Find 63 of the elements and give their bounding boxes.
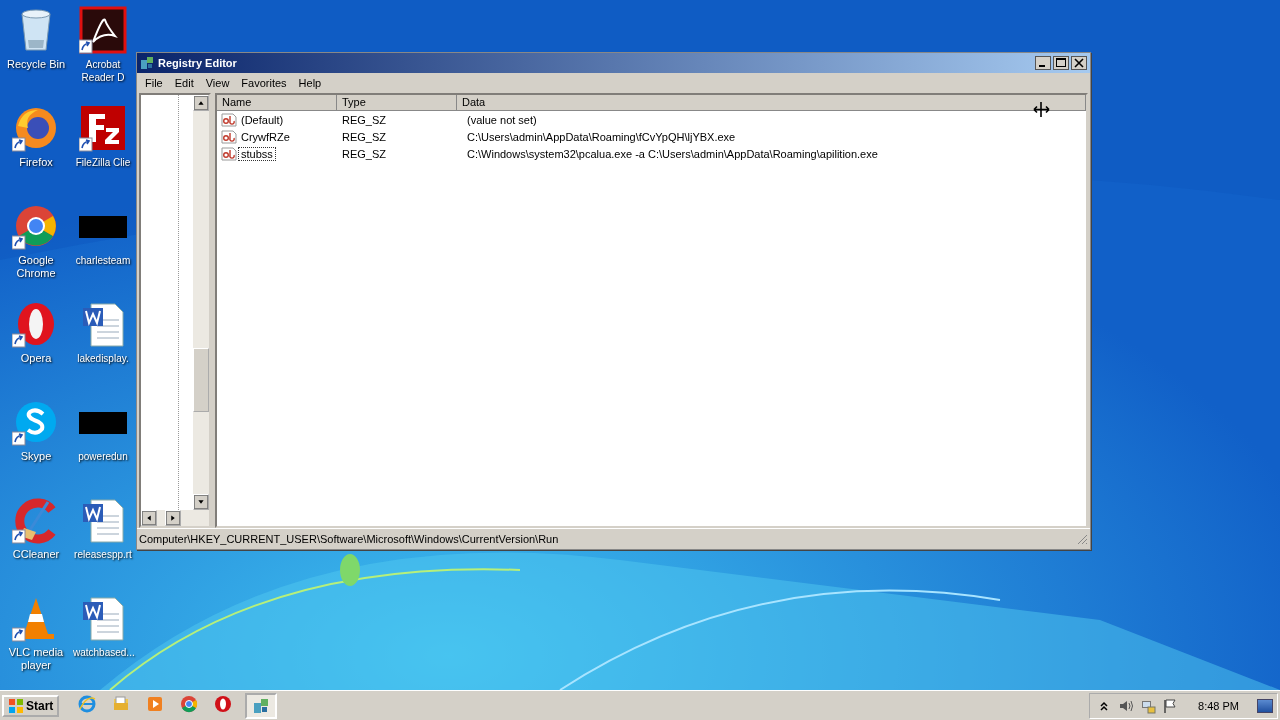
value-name[interactable]: stubss	[238, 146, 276, 161]
start-button[interactable]: Start	[2, 694, 60, 717]
ie-icon	[78, 694, 97, 713]
desktop-icon-label: VLC media player	[7, 646, 65, 672]
string-value-icon	[221, 146, 237, 161]
vertical-scrollbar[interactable]	[193, 95, 209, 510]
menu-item[interactable]: View	[199, 75, 236, 91]
desktop-icon-label: charlesteam	[75, 254, 131, 267]
opera-icon	[214, 694, 233, 713]
desktop-icon-label: Opera	[20, 352, 52, 365]
desktop-icon-label: watchbased...	[73, 646, 133, 659]
folder-icon	[112, 694, 131, 713]
menu-item[interactable]: File	[139, 75, 169, 91]
desktop-icon-label: CCleaner	[12, 548, 60, 561]
menu-item[interactable]: Favorites	[235, 75, 293, 91]
flag-icon[interactable]	[1162, 697, 1179, 714]
horizontal-scrollbar[interactable]	[141, 510, 209, 526]
registry-icon	[140, 56, 154, 70]
desktop-icon-label: lakedisplay.	[77, 352, 129, 365]
minimize-icon[interactable]	[1035, 56, 1051, 70]
scroll-up-icon[interactable]	[193, 95, 209, 111]
filezilla-icon[interactable]	[79, 104, 127, 152]
media-icon	[146, 694, 165, 713]
desktop-icon-label: Skype	[20, 450, 52, 463]
clock[interactable]: 8:48 PM	[1184, 699, 1251, 712]
column-header[interactable]: Data	[457, 95, 1086, 111]
table-cell-text: REG_SZ	[341, 113, 387, 126]
string-value-icon	[221, 129, 237, 144]
resize-cursor-icon	[1033, 101, 1050, 118]
registry-path-text: Computer\HKEY_CURRENT_USER\Software\Microsoft\Windows\CurrentVersion\Run	[139, 533, 560, 545]
windows-logo-icon	[8, 697, 24, 714]
desktop-icon-label: Recycle Bin	[6, 58, 66, 71]
scroll-thumb[interactable]	[193, 348, 209, 412]
value-name[interactable]: CrywfRZe	[238, 129, 293, 144]
column-header[interactable]: Name	[217, 95, 337, 111]
desktop-icon-label: releasespp.rt	[74, 548, 132, 561]
menu-item[interactable]: Help	[292, 75, 328, 91]
table-cell-text: REG_SZ	[341, 130, 387, 143]
show-desktop-button[interactable]	[1257, 698, 1273, 713]
acrobat-icon[interactable]	[79, 6, 127, 54]
value-name[interactable]: (Default)	[238, 112, 287, 127]
scroll-right-icon[interactable]	[165, 510, 181, 526]
desktop-icon-label: Firefox	[19, 156, 53, 169]
taskbar-button[interactable]	[245, 692, 278, 719]
desktop-icon-label: FileZilla Clie	[75, 156, 131, 169]
scroll-left-icon[interactable]	[141, 510, 157, 526]
menu-item[interactable]: Edit	[168, 75, 200, 91]
regedit-icon	[252, 696, 271, 715]
column-header[interactable]: Type	[337, 95, 457, 111]
resize-grip-icon[interactable]	[1076, 533, 1088, 545]
table-cell-text: REG_SZ	[341, 147, 387, 160]
table-cell-text: C:\Users\admin\AppData\Roaming\fCvYpQH\ljYBX.exe	[466, 130, 736, 143]
close-icon[interactable]	[1071, 56, 1087, 70]
desktop-icon-label: Acrobat Reader D	[80, 58, 126, 84]
desktop-icon-label: Google Chrome	[15, 254, 57, 280]
table-cell-text: C:\Windows\system32\pcalua.exe -a C:\Users\admin\AppData\Roaming\apilition.exe	[466, 147, 878, 160]
window-title: Registry Editor	[158, 57, 238, 69]
maximize-icon[interactable]	[1053, 56, 1069, 70]
table-cell-text: (value not set)	[466, 113, 537, 126]
string-value-icon	[221, 112, 237, 127]
chrome-icon	[180, 694, 199, 713]
scroll-down-icon[interactable]	[193, 494, 209, 510]
desktop-icon-label: poweredun	[78, 450, 128, 463]
